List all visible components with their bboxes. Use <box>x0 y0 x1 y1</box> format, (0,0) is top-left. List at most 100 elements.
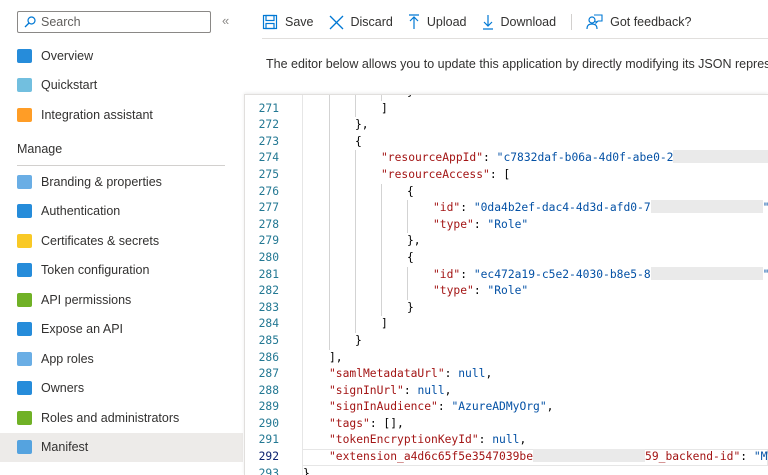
sidebar-item-label: Token configuration <box>41 263 150 277</box>
code-line[interactable]: 291 "tokenEncryptionKeyId": null, <box>245 432 768 449</box>
download-icon <box>482 15 493 30</box>
indent-guide <box>381 216 382 234</box>
json-value: "c7832daf-b06a-4d0f-abe0-2 <box>496 151 674 165</box>
code-line[interactable]: 286], <box>245 350 768 367</box>
line-number: 292 <box>258 450 279 464</box>
bars-icon <box>17 263 32 277</box>
json-punctuation: { <box>407 184 414 198</box>
sidebar-item-app-roles[interactable]: App roles <box>0 344 243 373</box>
line-number: 271 <box>258 101 279 115</box>
sidebar-item-label: Roles and administrators <box>41 410 180 425</box>
code-line[interactable]: 282 "type": "Role" <box>245 283 768 300</box>
code-line[interactable]: 285} <box>245 332 768 350</box>
json-key: "signInUrl" <box>329 383 404 397</box>
code-line[interactable]: 278 "type": "Role" <box>245 216 768 234</box>
indent-guide <box>407 283 408 300</box>
line-number: 273 <box>258 134 279 148</box>
sidebar-item-token-configuration[interactable]: Token configuration <box>0 256 243 285</box>
code-line[interactable]: 276 { <box>245 183 768 201</box>
save-button[interactable]: Save <box>262 14 314 30</box>
code-line[interactable]: 280 { <box>245 249 768 267</box>
code-line[interactable]: 273 { <box>245 133 768 151</box>
sidebar-item-label: API permissions <box>41 292 132 307</box>
search-icon <box>24 16 36 28</box>
sidebar-item-owners[interactable]: Owners <box>0 374 243 403</box>
code-line[interactable]: 271] <box>245 100 768 118</box>
indent-guide <box>329 95 330 101</box>
toolbar-divider <box>262 38 768 39</box>
code-line[interactable]: 290 "tags": [], <box>245 416 768 433</box>
code-line[interactable]: 281"id": "ec472a19-c5e2-4030-b8e5-8", <box>245 266 768 284</box>
feedback-button[interactable]: Got feedback? <box>586 14 691 30</box>
sidebar-item-api-permissions[interactable]: API permissions <box>0 285 243 314</box>
indent-guide <box>355 100 356 118</box>
code-text: ], <box>329 350 343 367</box>
indent-guide <box>355 150 356 167</box>
sidebar-item-label: Integration assistant <box>41 107 153 122</box>
app-roles-icon <box>17 351 32 366</box>
json-punctuation: : <box>473 284 488 298</box>
json-punctuation: { <box>355 134 362 148</box>
code-line[interactable]: 284] <box>245 316 768 333</box>
json-punctuation: : <box>460 267 474 281</box>
code-line[interactable]: 274 "resourceAppId": "c7832daf-b06a-4d0f-… <box>245 150 768 167</box>
json-punctuation: : <box>437 400 452 414</box>
sidebar-item-manifest[interactable]: Manifest <box>0 432 243 462</box>
discard-label: Discard <box>350 15 393 29</box>
json-editor[interactable]: 270}271]272},273 {274"resourceAppId": "c7… <box>244 94 768 475</box>
indent-guide <box>329 332 330 350</box>
json-punctuation: , <box>444 383 452 397</box>
json-value: null <box>417 383 445 397</box>
upload-button[interactable]: Upload <box>408 14 467 30</box>
code-line[interactable]: 275 "resourceAccess": [ <box>245 166 768 184</box>
json-punctuation: , <box>485 367 493 381</box>
code-line[interactable]: 292 "extension_a4d6c65f5e3547039be 59_back… <box>245 449 768 466</box>
code-line[interactable]: 272}, <box>245 117 768 134</box>
code-line[interactable]: 270} <box>245 95 768 101</box>
search-input[interactable]: Search <box>17 11 211 33</box>
code-line[interactable]: 283} <box>245 299 768 317</box>
code-text: { <box>407 184 414 201</box>
toolbar: Save Discard Upload Download Got feedbac… <box>262 10 706 34</box>
discard-button[interactable]: Discard <box>329 15 393 30</box>
sidebar-item-integration-assistant[interactable]: Integration assistant <box>0 100 243 129</box>
code-line[interactable]: 288 "signInUrl": null, <box>245 383 768 400</box>
sidebar-item-branding-properties[interactable]: Branding & properties <box>0 167 243 196</box>
sidebar-item-authentication[interactable]: Authentication <box>0 197 243 226</box>
code-text: "samlMetadataUrl": null, <box>329 366 492 383</box>
redacted-block <box>533 449 646 463</box>
sidebar-item-certificates-secrets[interactable]: Certificates & secrets <box>0 226 243 255</box>
code-line[interactable]: 279}, <box>245 233 768 250</box>
code-text: "id": "ec472a19-c5e2-4030-b8e5-8", <box>433 266 768 284</box>
code-line[interactable]: 293} <box>245 466 768 475</box>
indent-guide <box>355 316 356 333</box>
sidebar-item-quickstart[interactable]: Quickstart <box>0 71 243 100</box>
feedback-icon <box>586 14 603 30</box>
json-punctuation: : <box>444 367 459 381</box>
download-button[interactable]: Download <box>482 14 556 30</box>
redacted-block <box>673 150 768 164</box>
code-line[interactable]: 287 "samlMetadataUrl": null, <box>245 366 768 383</box>
section-label-manage: Manage <box>17 142 63 156</box>
indent-guide <box>381 283 382 300</box>
line-number: 272 <box>258 118 279 132</box>
code-text: "resourceAccess": [ <box>381 167 510 184</box>
json-punctuation: , <box>519 433 527 447</box>
line-number: 286 <box>258 350 279 364</box>
code-text: ] <box>381 101 388 118</box>
sidebar-item-roles-and-administrators[interactable]: Roles and administrators <box>0 403 243 432</box>
collapse-sidebar-icon[interactable]: « <box>222 13 229 28</box>
indent-guide <box>329 100 330 118</box>
code-line[interactable]: 289 "signInAudience": "AzureADMyOrg", <box>245 399 768 416</box>
indent-guide <box>329 299 330 317</box>
sidebar-item-overview[interactable]: Overview <box>0 41 243 70</box>
indent-guide <box>407 200 408 217</box>
key-icon <box>17 233 32 248</box>
json-punctuation: : <box>740 450 754 464</box>
json-punctuation: : <box>403 383 418 397</box>
code-line[interactable]: 277"id": "0da4b2ef-dac4-4d3d-afd0-7", <box>245 200 768 217</box>
sidebar-item-expose-an-api[interactable]: Expose an API <box>0 315 243 344</box>
indent-guide <box>329 283 330 300</box>
json-key: "id" <box>433 201 461 215</box>
indent-guide <box>355 166 356 184</box>
